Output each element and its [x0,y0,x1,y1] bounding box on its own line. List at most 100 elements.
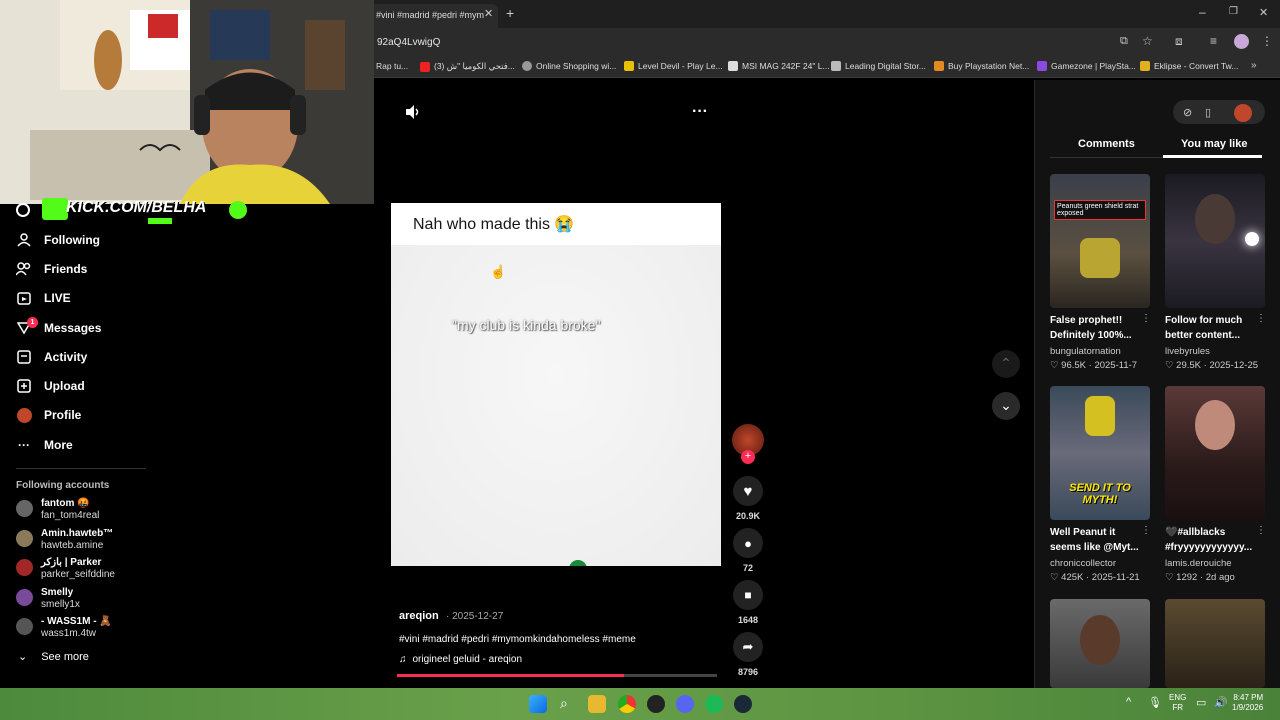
file-explorer-icon[interactable] [588,695,606,713]
restore-icon[interactable]: ❐ [1229,6,1238,17]
spotify-icon[interactable] [705,695,723,713]
video-player[interactable]: Nah who made this 😭 "my club is kinda br… [391,203,721,566]
card-options-icon[interactable]: ⋮ [1141,313,1151,324]
browser-tab[interactable]: #vini #madrid #pedri #mym [370,4,498,28]
bookmark-item[interactable]: Gamezone | PlaySta... [1037,61,1136,71]
nav-more[interactable]: ··· More [16,437,73,453]
tab-comments[interactable]: Comments [1078,138,1135,150]
nav-profile[interactable]: Profile [16,407,81,423]
video-hashtags[interactable]: #vini #madrid #pedri #mymomkindahomeless… [399,634,636,645]
discord-icon[interactable] [676,695,694,713]
clock[interactable]: 8:47 PM 1/9/2026 [1232,693,1263,713]
comment-button[interactable]: ● [733,528,763,558]
video-options-icon[interactable]: ··· [692,103,708,121]
video-author[interactable]: areqion [399,610,439,622]
network-icon[interactable]: ▭ [1196,696,1206,709]
bookmark-item[interactable]: Eklipse - Convert Tw... [1140,61,1238,71]
chrome-icon[interactable] [618,695,636,713]
compass-icon[interactable]: ⊘ [1183,106,1192,119]
previous-video-button[interactable]: ⌃ [992,350,1020,378]
phone-icon[interactable]: ▯ [1205,106,1211,119]
card-title[interactable]: False prophet!! Definitely 100%... [1050,313,1148,343]
video-progress-track[interactable] [397,674,717,677]
user-avatar[interactable] [1234,104,1252,122]
steam-icon[interactable] [734,695,752,713]
nav-label: Upload [44,379,85,393]
new-tab-icon[interactable]: + [506,5,514,21]
language-indicator[interactable]: ENG FR [1169,693,1186,713]
extensions-icon[interactable]: ⧈ [1175,34,1183,49]
nav-activity[interactable]: Activity [16,349,87,365]
following-account[interactable]: Amin.hawteb™ hawteb.amine [16,528,113,552]
windows-start-icon[interactable] [529,695,547,713]
person-image [1195,194,1235,244]
card-options-icon[interactable]: ⋮ [1256,313,1266,324]
following-account[interactable]: بازكر | Parker parker_seifddine [16,557,115,581]
card-options-icon[interactable]: ⋮ [1141,525,1151,536]
nav-friends[interactable]: Friends [16,261,87,277]
speaker-icon[interactable]: 🔊 [1214,696,1228,709]
heart-outline-icon: ♡ [1050,360,1059,371]
video-thumbnail[interactable] [1165,386,1265,520]
next-video-button[interactable]: ⌄ [992,392,1020,420]
url-text[interactable]: 92aQ4LvwigQ [377,37,440,48]
video-thumbnail[interactable]: Peanuts green shield strat exposed [1050,174,1150,308]
search-icon[interactable]: ⌕ [560,695,568,712]
bookmark-item[interactable]: Online Shopping wi... [522,61,616,71]
bookmark-item[interactable]: Leading Digital Stor... [831,61,926,71]
reading-list-icon[interactable]: ≡ [1210,34,1217,48]
tray-chevron-icon[interactable]: ^ [1126,696,1131,708]
following-account[interactable]: Smelly smelly1x [16,587,80,611]
nav-label: Activity [44,350,88,364]
video-thumbnail[interactable] [1050,599,1150,688]
more-bookmarks-icon[interactable]: » [1251,60,1257,71]
bookmark-star-icon[interactable]: ☆ [1142,34,1153,48]
obs-icon[interactable] [647,695,665,713]
card-user[interactable]: bungulatornation [1050,346,1121,357]
bookmark-item[interactable]: MSI MAG 242F 24" L... [728,61,830,71]
card-user[interactable]: livebyrules [1165,346,1210,357]
card-title[interactable]: Well Peanut it seems like @Myt... [1050,525,1148,555]
video-thumbnail[interactable] [1165,174,1265,308]
following-account[interactable]: - WASS1M - 🧸 wass1m.4tw [16,616,112,640]
comment-count: 72 [742,563,753,573]
following-account[interactable]: fantom 🤬 fan_tom4real [16,498,99,522]
close-window-icon[interactable]: ✕ [1259,6,1268,19]
character-image [1080,238,1120,278]
card-title[interactable]: Follow for much better content... [1165,313,1263,343]
save-button[interactable]: ■ [733,580,763,610]
thumbnail-caption: Peanuts green shield strat exposed [1054,200,1146,220]
bookmark-item[interactable]: Buy Playstation Net... [934,61,1029,71]
bookmark-item[interactable]: (3) فتحي الكوميا "ش... [420,61,515,72]
profile-avatar-icon[interactable] [1234,34,1249,49]
upload-icon [16,378,32,394]
card-options-icon[interactable]: ⋮ [1256,525,1266,536]
avatar [16,618,33,635]
video-sound[interactable]: ♫ origineel geluid - areqion [399,654,522,665]
card-user[interactable]: lamis.derouiche [1165,558,1232,569]
nav-following[interactable]: Following [16,232,100,248]
see-more-button[interactable]: ⌄ See more [18,650,89,664]
close-tab-icon[interactable]: ✕ [484,7,493,20]
chevron-down-icon: ⌄ [18,651,28,663]
light-image [1245,232,1259,246]
video-thumbnail[interactable] [1165,599,1265,688]
video-thumbnail[interactable]: SEND IT TO MYTH! [1050,386,1150,520]
share-button[interactable]: ➦ [733,632,763,662]
tab-you-may-like[interactable]: You may like [1181,138,1247,150]
nav-upload[interactable]: Upload [16,378,85,394]
like-count: 20.9K [735,511,761,521]
bookmark-item[interactable]: Level Devil - Play Le... [624,61,723,71]
card-title[interactable]: 🖤#allblacks #fryyyyyyyyyyyy... [1165,525,1263,555]
nav-live[interactable]: LIVE [16,290,71,306]
card-user[interactable]: chroniccollector [1050,558,1116,569]
volume-icon[interactable] [404,104,422,120]
explore-icon[interactable] [16,203,30,217]
minimize-icon[interactable]: – [1199,5,1206,19]
like-button[interactable]: ♥ [733,476,763,506]
microphone-icon[interactable]: 🎙 [1148,696,1162,709]
follow-plus-icon[interactable]: + [741,450,755,464]
bookmark-item[interactable]: Rap tu... [376,61,408,71]
install-icon[interactable]: ⧉ [1120,35,1128,48]
browser-menu-icon[interactable]: ⋮ [1261,34,1273,48]
